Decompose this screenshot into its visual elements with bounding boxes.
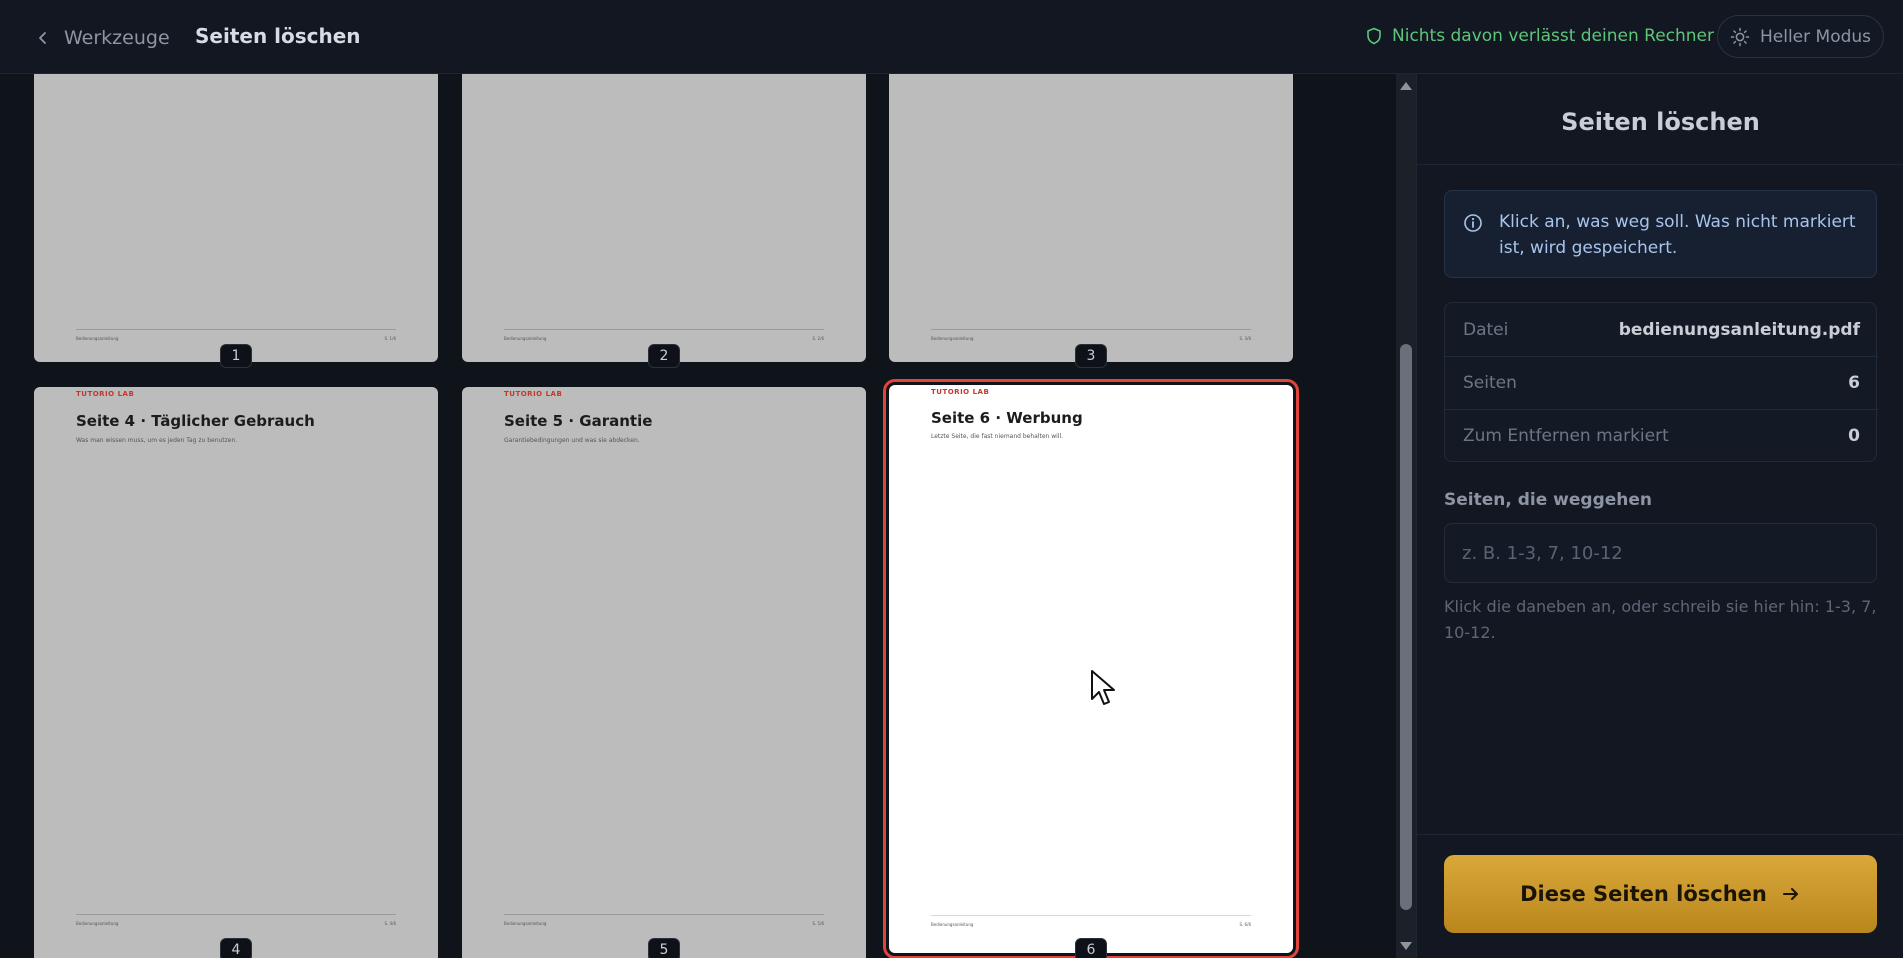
delete-pages-label: Diese Seiten löschen [1520,882,1767,906]
stat-key: Seiten [1463,373,1517,393]
page-footer-left: Bedienungsanleitung [76,336,119,341]
back-label: Werkzeuge [64,27,170,49]
panel-title: Seiten löschen [1561,108,1760,136]
page-subtitle: Was man wissen muss, um es jeden Tag zu … [76,437,238,444]
stat-value: 6 [1848,373,1860,393]
scroll-down-arrow-icon[interactable] [1400,942,1412,950]
back-link[interactable]: Werkzeuge [36,24,170,52]
page-thumb-5[interactable]: TUTORIO LAB Seite 5 · Garantie Garantieb… [462,387,866,958]
stat-value: 0 [1848,426,1860,446]
page-footer-line [931,915,1251,916]
page-heading: Seite 5 · Garantie [504,412,653,430]
page-footer-line [76,914,396,915]
file-stats: Datei bedienungsanleitung.pdf Seiten 6 Z… [1444,302,1878,462]
info-text: Klick an, was weg soll. Was nicht markie… [1499,212,1856,258]
page-heading: Seite 6 · Werbung [931,409,1083,427]
mouse-cursor-icon [1091,670,1115,705]
page-brand: TUTORIO LAB [76,390,135,398]
delete-pages-button[interactable]: Diese Seiten löschen [1444,855,1877,933]
pages-range-input[interactable] [1444,523,1877,583]
page-footer-left: Bedienungsanleitung [931,336,974,341]
page-number-badge: 4 [220,938,252,958]
page-footer-line [931,329,1251,330]
stat-row-marked: Zum Entfernen markiert 0 [1445,409,1878,462]
page-footer-right: S. 4/6 [384,921,396,926]
arrow-right-icon [1782,888,1798,900]
page-number-badge: 2 [648,344,680,368]
grid-scrollbar[interactable] [1396,74,1416,958]
info-icon [1464,214,1482,232]
panel-footer-divider [1417,834,1903,835]
page-footer-line [504,329,824,330]
pages-field-hint: Klick die daneben an, oder schreib sie h… [1444,597,1877,642]
page-heading: Seite 4 · Täglicher Gebrauch [76,412,315,430]
page-grid: Bedienungsanleitung S. 1/6 1 Bedienungsa… [0,74,1396,958]
page-number-badge: 6 [1075,938,1107,958]
privacy-notice: Nichts davon verlässt deinen Rechner [1366,26,1714,46]
page-subtitle: Garantiebedingungen und was sie abdecken… [504,437,640,444]
page-footer-left: Bedienungsanleitung [931,922,974,927]
page-footer-right: S. 6/6 [1239,922,1251,927]
page-footer-line [76,329,396,330]
panel-divider [1417,164,1903,165]
top-bar: Werkzeuge Seiten löschen Nichts davon ve… [0,0,1903,74]
theme-label: Heller Modus [1759,26,1872,47]
page-thumb-1[interactable]: Bedienungsanleitung S. 1/6 [34,74,438,362]
page-number-badge: 1 [220,344,252,368]
theme-toggle-button[interactable]: Heller Modus [1717,15,1884,58]
page-footer-left: Bedienungsanleitung [504,336,547,341]
page-brand: TUTORIO LAB [931,388,990,396]
page-thumb-4[interactable]: TUTORIO LAB Seite 4 · Täglicher Gebrauch… [34,387,438,958]
scroll-thumb[interactable] [1400,344,1412,910]
page-footer-right: S. 2/6 [812,336,824,341]
stat-key: Zum Entfernen markiert [1463,426,1669,446]
page-brand: TUTORIO LAB [504,390,563,398]
page-subtitle: Letzte Seite, die fast niemand behalten … [931,433,1064,440]
stat-key: Datei [1463,319,1509,340]
page-title: Seiten löschen [195,24,361,48]
privacy-text: Nichts davon verlässt deinen Rechner [1392,26,1715,46]
page-thumb-3[interactable]: Bedienungsanleitung S. 3/6 [889,74,1293,362]
page-number-badge: 3 [1075,344,1107,368]
shield-icon [1367,27,1381,45]
page-thumb-2[interactable]: Bedienungsanleitung S. 2/6 [462,74,866,362]
sun-icon [1730,27,1750,46]
page-footer-right: S. 1/6 [384,336,396,341]
scroll-up-arrow-icon[interactable] [1400,82,1412,90]
page-footer-left: Bedienungsanleitung [76,921,119,926]
side-panel: Seiten löschen Klick an, was weg soll. W… [1416,74,1903,958]
stat-row-pages: Seiten 6 [1445,356,1878,409]
page-footer-right: S. 3/6 [1239,336,1251,341]
stat-value: bedienungsanleitung.pdf [1618,319,1860,340]
page-footer-right: S. 5/6 [812,921,824,926]
page-footer-left: Bedienungsanleitung [504,921,547,926]
pages-field-label: Seiten, die weggehen [1444,490,1653,510]
page-number-badge: 5 [648,938,680,958]
stat-row-file: Datei bedienungsanleitung.pdf [1445,303,1878,356]
page-footer-line [504,914,824,915]
info-box: Klick an, was weg soll. Was nicht markie… [1444,190,1877,278]
chevron-left-icon [39,32,46,44]
